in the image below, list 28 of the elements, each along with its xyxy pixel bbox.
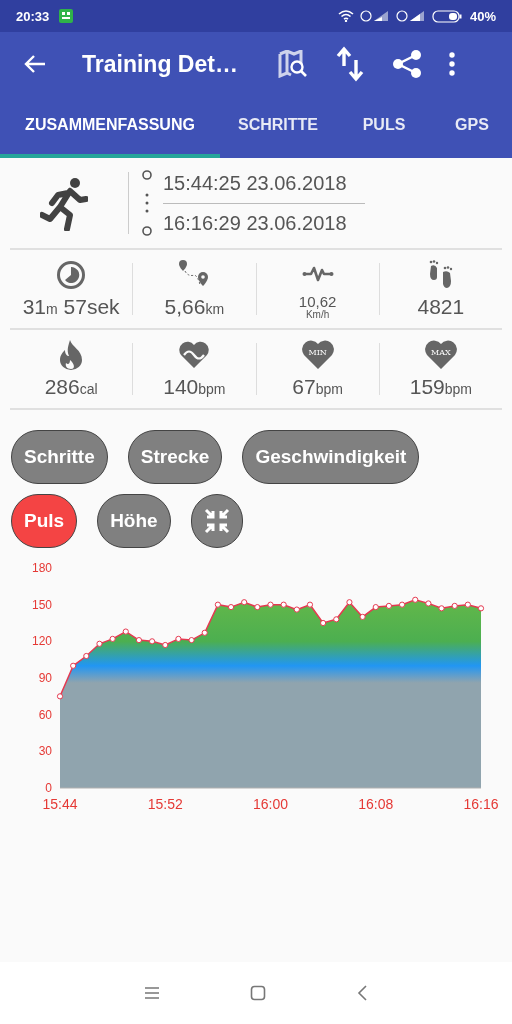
y-tick-label: 0 xyxy=(45,781,53,795)
heart-label: MAX xyxy=(430,348,452,357)
y-tick-label: 150 xyxy=(31,597,53,612)
stat-value: 4821 xyxy=(417,295,465,319)
y-tick-label: 120 xyxy=(31,634,53,649)
stat-value: 159bpm xyxy=(409,375,472,399)
y-tick-label: 60 xyxy=(38,707,53,722)
status-time: 20:33 xyxy=(16,8,50,24)
battery-percent: 40% xyxy=(469,8,496,24)
x-tick-label: 16:08 xyxy=(358,796,394,812)
x-tick-label: 15:52 xyxy=(147,796,183,812)
stat-value: 5,66km xyxy=(164,295,225,319)
stat-value: 67bpm xyxy=(292,375,343,399)
y-tick-label: 30 xyxy=(38,744,53,759)
x-tick-label: 15:44 xyxy=(42,796,78,812)
stat-value: 10,62 xyxy=(298,293,337,310)
start-time: 15:44:25 23.06.2018 xyxy=(163,171,348,195)
end-time: 16:16:29 23.06.2018 xyxy=(163,211,348,235)
y-tick-label: 180 xyxy=(31,561,53,575)
stat-unit: Km/h xyxy=(305,309,330,321)
heart-label: MIN xyxy=(307,348,328,357)
x-tick-label: 16:00 xyxy=(252,796,289,812)
screen-title: Training Det… xyxy=(82,50,239,78)
stat-value: 140bpm xyxy=(163,375,226,399)
y-tick-label: 90 xyxy=(38,671,53,685)
stat-value: 286cal xyxy=(44,375,98,399)
stat-value: 31m 57sek xyxy=(22,295,120,319)
x-tick-label: 16:16 xyxy=(463,796,499,812)
